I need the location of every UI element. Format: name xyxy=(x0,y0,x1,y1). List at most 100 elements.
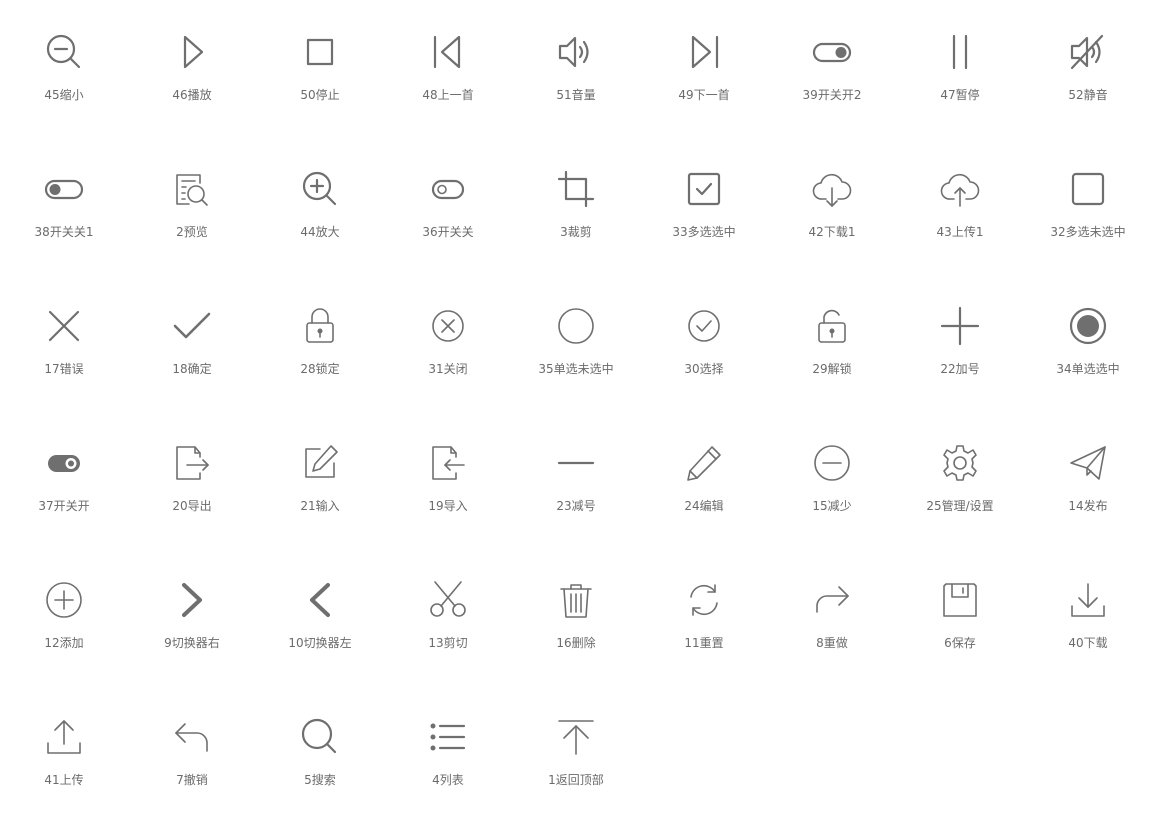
icon-tile-22[interactable]: 22加号 xyxy=(896,274,1024,411)
icon-tile-28[interactable]: 28锁定 xyxy=(256,274,384,411)
icon-tile-11[interactable]: 11重置 xyxy=(640,548,768,685)
icon-tile-16[interactable]: 16删除 xyxy=(512,548,640,685)
icon-tile-14[interactable]: 14发布 xyxy=(1024,411,1152,548)
icon-label: 2预览 xyxy=(176,225,208,239)
icon-tile-5[interactable]: 5搜索 xyxy=(256,685,384,822)
icon-tile-30[interactable]: 30选择 xyxy=(640,274,768,411)
icon-label: 9切换器右 xyxy=(164,636,220,650)
icon-label: 38开关关1 xyxy=(34,225,94,239)
icon-tile-9[interactable]: 9切换器右 xyxy=(128,548,256,685)
icon-label: 39开关开2 xyxy=(802,88,862,102)
minus-icon xyxy=(557,461,595,465)
mute-icon xyxy=(1070,34,1104,70)
icon-tile-39[interactable]: 39开关开2 xyxy=(768,0,896,137)
icon-label: 41上传 xyxy=(44,773,84,787)
icon-tile-34[interactable]: 34单选选中 xyxy=(1024,274,1152,411)
icon-tile-15[interactable]: 15减少 xyxy=(768,411,896,548)
icon-tile-29[interactable]: 29解锁 xyxy=(768,274,896,411)
checkbox-unchecked-icon xyxy=(1071,172,1105,206)
icon-label: 40下载 xyxy=(1068,636,1108,650)
icon-tile-25[interactable]: 25管理/设置 xyxy=(896,411,1024,548)
radio-unchecked-icon xyxy=(558,308,594,344)
icon-tile-44[interactable]: 44放大 xyxy=(256,137,384,274)
icon-tile-35[interactable]: 35单选未选中 xyxy=(512,274,640,411)
icon-tile-42[interactable]: 42下载1 xyxy=(768,137,896,274)
icon-label: 35单选未选中 xyxy=(538,362,614,376)
icon-tile-19[interactable]: 19导入 xyxy=(384,411,512,548)
zoom-in-icon xyxy=(302,171,337,206)
icon-tile-20[interactable]: 20导出 xyxy=(128,411,256,548)
icon-tile-31[interactable]: 31关闭 xyxy=(384,274,512,411)
icon-tile-17[interactable]: 17错误 xyxy=(0,274,128,411)
add-circle-icon xyxy=(46,582,82,618)
icon-label: 25管理/设置 xyxy=(926,499,994,513)
zoom-out-icon xyxy=(46,34,81,69)
icon-label: 6保存 xyxy=(944,636,976,650)
icon-label: 15减少 xyxy=(812,499,852,513)
icon-tile-4[interactable]: 4列表 xyxy=(384,685,512,822)
list-icon xyxy=(430,723,466,751)
icon-label: 34单选选中 xyxy=(1056,362,1120,376)
icon-tile-1[interactable]: 1返回顶部 xyxy=(512,685,640,822)
icon-tile-33[interactable]: 33多选选中 xyxy=(640,137,768,274)
icon-label: 23减号 xyxy=(556,499,596,513)
icon-tile-41[interactable]: 41上传 xyxy=(0,685,128,822)
icon-label: 37开关开 xyxy=(38,499,90,513)
icon-label: 28锁定 xyxy=(300,362,340,376)
pause-icon xyxy=(952,34,968,70)
next-track-icon xyxy=(691,35,719,69)
icon-label: 16删除 xyxy=(556,636,596,650)
import-icon xyxy=(432,446,465,480)
icon-label: 17错误 xyxy=(44,362,84,376)
send-icon xyxy=(1070,446,1106,480)
icon-label: 47暂停 xyxy=(940,88,980,102)
redo-icon xyxy=(816,586,849,613)
icon-tile-10[interactable]: 10切换器左 xyxy=(256,548,384,685)
icon-tile-13[interactable]: 13剪切 xyxy=(384,548,512,685)
icon-tile-46[interactable]: 46播放 xyxy=(128,0,256,137)
icon-tile-51[interactable]: 51音量 xyxy=(512,0,640,137)
toggle-on-2-icon xyxy=(812,42,852,63)
icon-tile-45[interactable]: 45缩小 xyxy=(0,0,128,137)
icon-label: 18确定 xyxy=(172,362,212,376)
icon-tile-2[interactable]: 2预览 xyxy=(128,137,256,274)
icon-tile-12[interactable]: 12添加 xyxy=(0,548,128,685)
save-icon xyxy=(943,583,977,617)
icon-tile-6[interactable]: 6保存 xyxy=(896,548,1024,685)
icon-tile-49[interactable]: 49下一首 xyxy=(640,0,768,137)
lock-icon xyxy=(306,308,334,343)
previous-track-icon xyxy=(433,35,461,69)
icon-label: 33多选选中 xyxy=(672,225,736,239)
icon-tile-18[interactable]: 18确定 xyxy=(128,274,256,411)
icon-label: 42下载1 xyxy=(808,225,856,239)
download-icon xyxy=(1071,583,1105,617)
checkbox-checked-icon xyxy=(687,172,721,206)
icon-tile-52[interactable]: 52静音 xyxy=(1024,0,1152,137)
checkmark-icon xyxy=(173,312,211,339)
search-icon xyxy=(301,718,337,754)
refresh-icon xyxy=(690,584,718,616)
edit-input-icon xyxy=(305,445,338,478)
icon-tile-8[interactable]: 8重做 xyxy=(768,548,896,685)
icon-tile-37[interactable]: 37开关开 xyxy=(0,411,128,548)
icon-tile-32[interactable]: 32多选未选中 xyxy=(1024,137,1152,274)
crop-icon xyxy=(557,170,595,208)
icon-tile-3[interactable]: 3裁剪 xyxy=(512,137,640,274)
icon-tile-38[interactable]: 38开关关1 xyxy=(0,137,128,274)
icon-tile-23[interactable]: 23减号 xyxy=(512,411,640,548)
icon-tile-36[interactable]: 36开关关 xyxy=(384,137,512,274)
scissors-icon xyxy=(430,581,466,617)
icon-tile-47[interactable]: 47暂停 xyxy=(896,0,1024,137)
icon-label: 32多选未选中 xyxy=(1050,225,1126,239)
icon-tile-50[interactable]: 50停止 xyxy=(256,0,384,137)
icon-tile-24[interactable]: 24编辑 xyxy=(640,411,768,548)
icon-tile-48[interactable]: 48上一首 xyxy=(384,0,512,137)
icon-label: 31关闭 xyxy=(428,362,468,376)
plus-icon xyxy=(940,306,980,346)
pencil-icon xyxy=(687,446,721,481)
icon-tile-21[interactable]: 21输入 xyxy=(256,411,384,548)
icon-label: 7撤销 xyxy=(176,773,208,787)
icon-tile-7[interactable]: 7撤销 xyxy=(128,685,256,822)
icon-tile-40[interactable]: 40下载 xyxy=(1024,548,1152,685)
icon-tile-43[interactable]: 43上传1 xyxy=(896,137,1024,274)
